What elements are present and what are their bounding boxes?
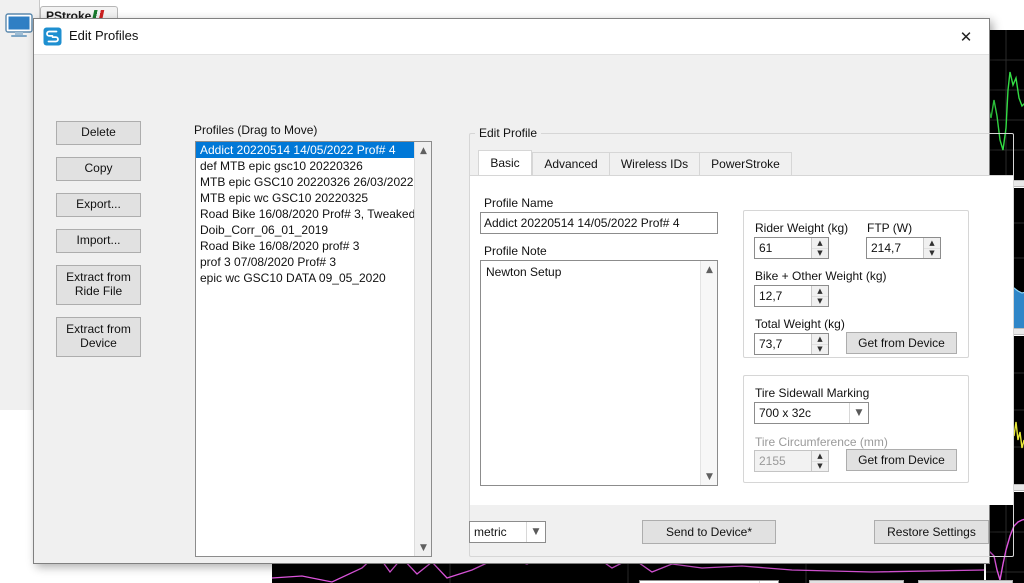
spin-up-icon[interactable]: ▲	[812, 286, 828, 297]
spin-up-icon[interactable]: ▲	[924, 238, 940, 249]
bike-weight-label: Bike + Other Weight (kg)	[755, 269, 887, 283]
monitor-icon	[5, 13, 33, 37]
chevron-down-icon[interactable]: ▼	[526, 522, 545, 542]
tire-circumference-value: 2155	[759, 454, 786, 468]
profiles-list-items: Addict 20220514 14/05/2022 Prof# 4 def MT…	[196, 142, 414, 286]
profiles-list-scrollbar[interactable]: ▲ ▼	[414, 142, 431, 556]
ftp-value: 214,7	[871, 241, 902, 255]
profile-tabstrip: Basic Advanced Wireless IDs PowerStroke	[478, 150, 1006, 176]
tab-powerstroke[interactable]: PowerStroke	[699, 152, 792, 176]
list-item[interactable]: def MTB epic gsc10 20220326	[196, 158, 414, 174]
tire-circumference-stepper: 2155 ▲ ▼	[754, 450, 829, 472]
total-weight-value: 73,7	[759, 337, 783, 351]
profile-actions-panel: Delete Copy Export... Import... Extract …	[56, 121, 174, 369]
list-item[interactable]: prof 3 07/08/2020 Prof# 3	[196, 254, 414, 270]
profiles-listbox[interactable]: Addict 20220514 14/05/2022 Prof# 4 def MT…	[195, 141, 432, 557]
list-item[interactable]: Doib_Corr_06_01_2019	[196, 222, 414, 238]
delete-button[interactable]: Delete	[56, 121, 141, 145]
copy-button[interactable]: Copy	[56, 157, 141, 181]
dialog-body: Delete Copy Export... Import... Extract …	[34, 55, 1014, 583]
scroll-down-icon[interactable]: ▼	[415, 539, 431, 556]
tire-circumference-spin-buttons: ▲ ▼	[811, 451, 828, 471]
tire-sidewall-value: 700 x 32c	[759, 406, 812, 420]
tire-sidewall-label: Tire Sidewall Marking	[755, 386, 870, 400]
spin-down-icon[interactable]: ▼	[812, 345, 828, 355]
tab-wireless-ids[interactable]: Wireless IDs	[609, 152, 700, 176]
rider-weight-label: Rider Weight (kg)	[755, 221, 849, 235]
spin-up-icon[interactable]: ▲	[812, 334, 828, 345]
rider-weight-stepper[interactable]: 61 ▲ ▼	[754, 237, 829, 259]
spin-down-icon: ▼	[817, 462, 823, 471]
profile-name-label: Profile Name	[484, 196, 554, 210]
export-button[interactable]: Export...	[56, 193, 141, 217]
rider-weight-value: 61	[759, 241, 773, 255]
profiles-list-label: Profiles (Drag to Move)	[194, 123, 318, 137]
restore-settings-button[interactable]: Restore Settings	[874, 520, 989, 544]
spin-up-icon[interactable]: ▲	[812, 238, 828, 249]
list-item[interactable]: MTB epic GSC10 20220326 26/03/2022 Pr	[196, 174, 414, 190]
spin-down-icon[interactable]: ▼	[812, 297, 828, 307]
scroll-up-icon[interactable]: ▲	[415, 142, 431, 159]
list-item[interactable]: Road Bike 16/08/2020 prof# 3	[196, 238, 414, 254]
profile-note-label: Profile Note	[484, 244, 547, 258]
tire-circumference-label: Tire Circumference (mm)	[755, 435, 888, 449]
dialog-title: Edit Profiles	[69, 28, 139, 43]
chevron-down-icon[interactable]: ▼	[849, 403, 868, 423]
weight-get-from-device-button[interactable]: Get from Device	[846, 332, 957, 354]
tire-sidewall-select[interactable]: 700 x 32c ▼	[754, 402, 869, 424]
tab-advanced[interactable]: Advanced	[532, 152, 610, 176]
edit-profile-group-title: Edit Profile	[475, 126, 542, 140]
rider-weight-spin-buttons[interactable]: ▲ ▼	[811, 238, 828, 258]
dialog-titlebar: Edit Profiles ✕	[34, 19, 989, 55]
profile-note-text: Newton Setup	[486, 265, 562, 279]
ftp-spin-buttons[interactable]: ▲ ▼	[923, 238, 940, 258]
edit-profiles-dialog: Edit Profiles ✕ Delete Copy Export... Im…	[33, 18, 1014, 583]
spin-up-icon: ▲	[812, 451, 828, 462]
tab-basic[interactable]: Basic	[478, 150, 532, 176]
profile-name-input[interactable]: Addict 20220514 14/05/2022 Prof# 4	[480, 212, 718, 234]
units-value: metric	[474, 525, 507, 539]
scroll-up-icon[interactable]: ▲	[701, 261, 717, 278]
spin-down-icon[interactable]: ▼	[812, 249, 828, 259]
scroll-down-icon[interactable]: ▼	[701, 468, 717, 485]
ftp-stepper[interactable]: 214,7 ▲ ▼	[866, 237, 941, 259]
total-weight-label: Total Weight (kg)	[755, 317, 845, 331]
close-icon[interactable]: ✕	[943, 19, 989, 54]
app-icon	[43, 27, 62, 46]
tire-get-from-device-button[interactable]: Get from Device	[846, 449, 957, 471]
list-item[interactable]: MTB epic wc GSC10 20220325	[196, 190, 414, 206]
bike-weight-value: 12,7	[759, 289, 783, 303]
spin-down-icon[interactable]: ▼	[924, 249, 940, 259]
extract-from-ride-file-button[interactable]: Extract from Ride File	[56, 265, 141, 305]
total-weight-stepper[interactable]: 73,7 ▲ ▼	[754, 333, 829, 355]
profile-note-textarea[interactable]: Newton Setup ▲ ▼	[480, 260, 718, 486]
bike-weight-spin-buttons[interactable]: ▲ ▼	[811, 286, 828, 306]
ftp-label: FTP (W)	[867, 221, 913, 235]
total-weight-spin-buttons[interactable]: ▲ ▼	[811, 334, 828, 354]
list-item[interactable]: epic wc GSC10 DATA 09_05_2020	[196, 270, 414, 286]
bike-weight-stepper[interactable]: 12,7 ▲ ▼	[754, 285, 829, 307]
list-item[interactable]: Addict 20220514 14/05/2022 Prof# 4	[196, 142, 414, 158]
extract-from-device-button[interactable]: Extract from Device	[56, 317, 141, 357]
send-to-device-button[interactable]: Send to Device*	[642, 520, 776, 544]
profile-note-scrollbar[interactable]: ▲ ▼	[700, 261, 717, 485]
list-item[interactable]: Road Bike 16/08/2020 Prof# 3, Tweaked 1	[196, 206, 414, 222]
import-button[interactable]: Import...	[56, 229, 141, 253]
units-select[interactable]: metric ▼	[469, 521, 546, 543]
